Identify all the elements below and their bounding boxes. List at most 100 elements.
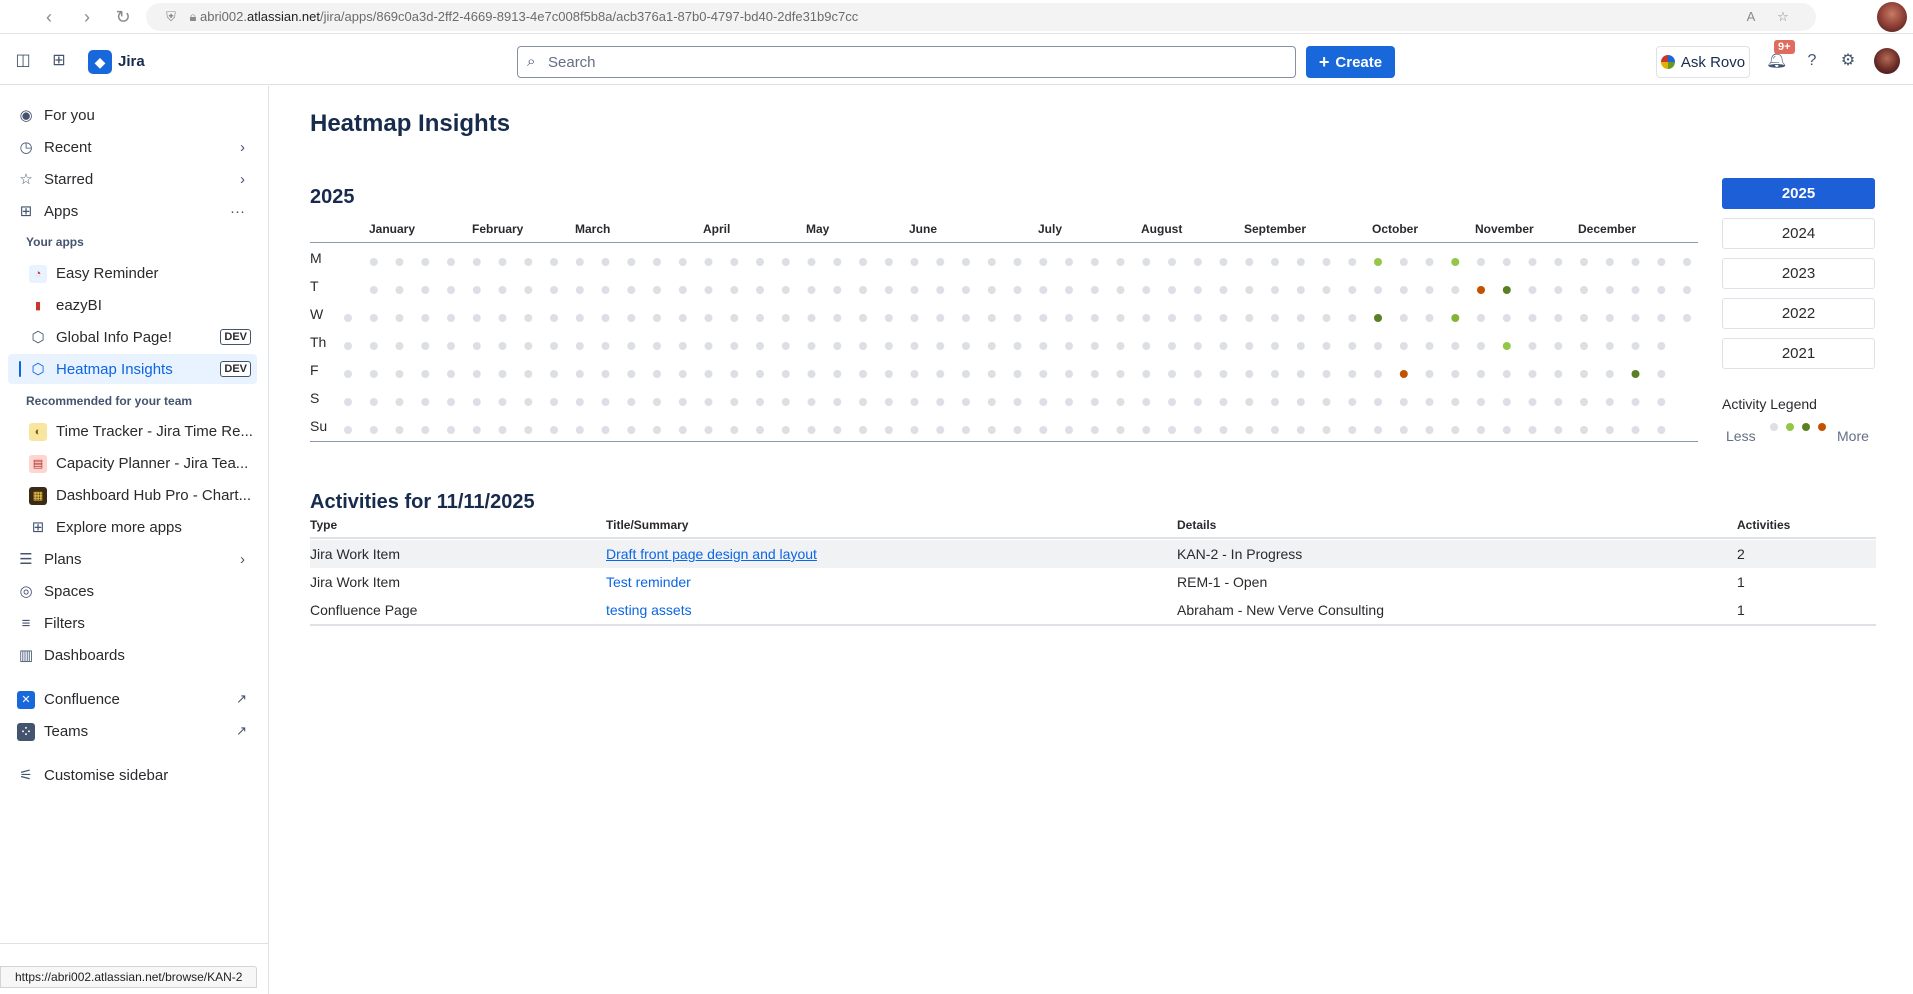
heatmap-day[interactable] bbox=[601, 426, 610, 434]
heatmap-day[interactable] bbox=[524, 286, 533, 294]
heatmap-day[interactable] bbox=[1348, 398, 1357, 406]
heatmap-day[interactable] bbox=[1425, 426, 1434, 434]
heatmap-day[interactable] bbox=[1271, 342, 1279, 350]
heatmap-day[interactable] bbox=[1451, 426, 1460, 434]
heatmap-day[interactable] bbox=[344, 370, 352, 378]
heatmap-day[interactable] bbox=[1245, 258, 1254, 266]
heatmap-day[interactable] bbox=[730, 342, 739, 350]
heatmap-day[interactable] bbox=[653, 342, 661, 350]
heatmap-day[interactable] bbox=[678, 342, 687, 350]
heatmap-day[interactable] bbox=[575, 314, 584, 322]
sidebar-item-dashboard-hub-pro[interactable]: ▦ Dashboard Hub Pro - Chart... bbox=[8, 480, 257, 510]
heatmap-day[interactable] bbox=[756, 258, 764, 266]
heatmap-day[interactable] bbox=[1554, 398, 1563, 406]
heatmap-day[interactable] bbox=[1451, 370, 1460, 378]
heatmap-day[interactable] bbox=[833, 398, 842, 406]
heatmap-day[interactable] bbox=[1374, 286, 1382, 294]
table-row[interactable]: Jira Work Item Test reminder REM-1 - Ope… bbox=[310, 568, 1876, 596]
sidebar-item-teams[interactable]: ⁘ Teams ↗ bbox=[8, 716, 257, 746]
heatmap-day[interactable] bbox=[1013, 258, 1022, 266]
heatmap-day[interactable] bbox=[1271, 286, 1279, 294]
heatmap-day[interactable] bbox=[601, 398, 610, 406]
heatmap-day[interactable] bbox=[859, 426, 867, 434]
heatmap-day[interactable] bbox=[627, 398, 636, 406]
heatmap-day[interactable] bbox=[1631, 426, 1640, 434]
heatmap-day[interactable] bbox=[678, 426, 687, 434]
sidebar-item-apps[interactable]: ⊞ Apps ··· bbox=[8, 196, 257, 226]
sidebar-item-spaces[interactable]: ◎ Spaces bbox=[8, 576, 257, 606]
heatmap-day[interactable] bbox=[1013, 286, 1022, 294]
heatmap-day[interactable] bbox=[1142, 258, 1151, 266]
heatmap-day[interactable] bbox=[627, 314, 636, 322]
heatmap-day[interactable] bbox=[807, 258, 816, 266]
heatmap-day[interactable] bbox=[550, 286, 558, 294]
heatmap-day[interactable] bbox=[1657, 370, 1666, 378]
heatmap-day[interactable] bbox=[1399, 342, 1408, 350]
heatmap-day[interactable] bbox=[627, 342, 636, 350]
heatmap-day[interactable] bbox=[1605, 370, 1614, 378]
heatmap-day[interactable] bbox=[1631, 258, 1640, 266]
heatmap-day[interactable] bbox=[1065, 426, 1073, 434]
heatmap-day[interactable] bbox=[421, 398, 430, 406]
heatmap-day[interactable] bbox=[962, 314, 970, 322]
heatmap-day[interactable] bbox=[447, 314, 455, 322]
heatmap-day[interactable] bbox=[344, 426, 352, 434]
user-avatar[interactable] bbox=[1874, 48, 1900, 74]
heatmap-day[interactable] bbox=[575, 286, 584, 294]
heatmap-day[interactable] bbox=[1554, 258, 1563, 266]
heatmap-day[interactable] bbox=[472, 342, 481, 350]
heatmap-day[interactable] bbox=[756, 398, 764, 406]
heatmap-day[interactable] bbox=[447, 286, 455, 294]
heatmap-day[interactable] bbox=[1168, 398, 1176, 406]
heatmap-day[interactable] bbox=[962, 258, 970, 266]
heatmap-day[interactable] bbox=[1451, 398, 1460, 406]
heatmap-day[interactable] bbox=[807, 286, 816, 294]
search-field[interactable]: ⌕ bbox=[517, 46, 1296, 78]
heatmap-day[interactable] bbox=[1502, 258, 1511, 266]
heatmap-day[interactable] bbox=[1554, 370, 1563, 378]
heatmap-day[interactable] bbox=[730, 286, 739, 294]
heatmap-day[interactable] bbox=[1065, 258, 1073, 266]
forward-icon[interactable]: › bbox=[76, 6, 98, 28]
bookmark-icon[interactable]: ☆ bbox=[1772, 6, 1794, 28]
heatmap-day[interactable] bbox=[1245, 426, 1254, 434]
heatmap-day[interactable] bbox=[1271, 258, 1279, 266]
heatmap-day[interactable] bbox=[781, 314, 790, 322]
heatmap-day[interactable] bbox=[859, 314, 867, 322]
heatmap-day[interactable] bbox=[1528, 370, 1537, 378]
heatmap-day[interactable] bbox=[1657, 342, 1666, 350]
heatmap-day[interactable] bbox=[369, 258, 378, 266]
heatmap-day[interactable] bbox=[987, 314, 996, 322]
heatmap-day[interactable] bbox=[1039, 258, 1048, 266]
heatmap-day[interactable] bbox=[1219, 286, 1228, 294]
heatmap-day[interactable] bbox=[1245, 342, 1254, 350]
heatmap-day[interactable] bbox=[1116, 314, 1125, 322]
heatmap-day[interactable] bbox=[575, 426, 584, 434]
sidebar-item-for-you[interactable]: ◉ For you bbox=[8, 100, 257, 130]
work-item-link[interactable]: Draft front page design and layout bbox=[606, 546, 817, 562]
heatmap-day[interactable] bbox=[1657, 314, 1666, 322]
heatmap-day[interactable] bbox=[1605, 398, 1614, 406]
heatmap-day[interactable] bbox=[1554, 426, 1563, 434]
heatmap-day[interactable] bbox=[1065, 342, 1073, 350]
heatmap-day[interactable] bbox=[781, 342, 790, 350]
heatmap-day[interactable] bbox=[1193, 370, 1202, 378]
heatmap-day[interactable] bbox=[1193, 286, 1202, 294]
heatmap-day[interactable] bbox=[678, 258, 687, 266]
heatmap-day[interactable] bbox=[1168, 258, 1176, 266]
heatmap-day[interactable] bbox=[447, 342, 455, 350]
heatmap-day[interactable] bbox=[807, 426, 816, 434]
heatmap-day[interactable] bbox=[1116, 286, 1125, 294]
heatmap-day[interactable] bbox=[936, 258, 945, 266]
heatmap-day[interactable] bbox=[910, 258, 919, 266]
heatmap-day[interactable] bbox=[1502, 314, 1511, 322]
heatmap-day[interactable] bbox=[1013, 426, 1022, 434]
heatmap-day[interactable] bbox=[1657, 426, 1666, 434]
heatmap-day[interactable] bbox=[730, 314, 739, 322]
heatmap-day[interactable] bbox=[1116, 370, 1125, 378]
heatmap-day[interactable] bbox=[1271, 426, 1279, 434]
heatmap-day[interactable] bbox=[807, 398, 816, 406]
heatmap-day[interactable] bbox=[421, 342, 430, 350]
heatmap-day[interactable] bbox=[833, 286, 842, 294]
heatmap-day[interactable] bbox=[884, 398, 893, 406]
